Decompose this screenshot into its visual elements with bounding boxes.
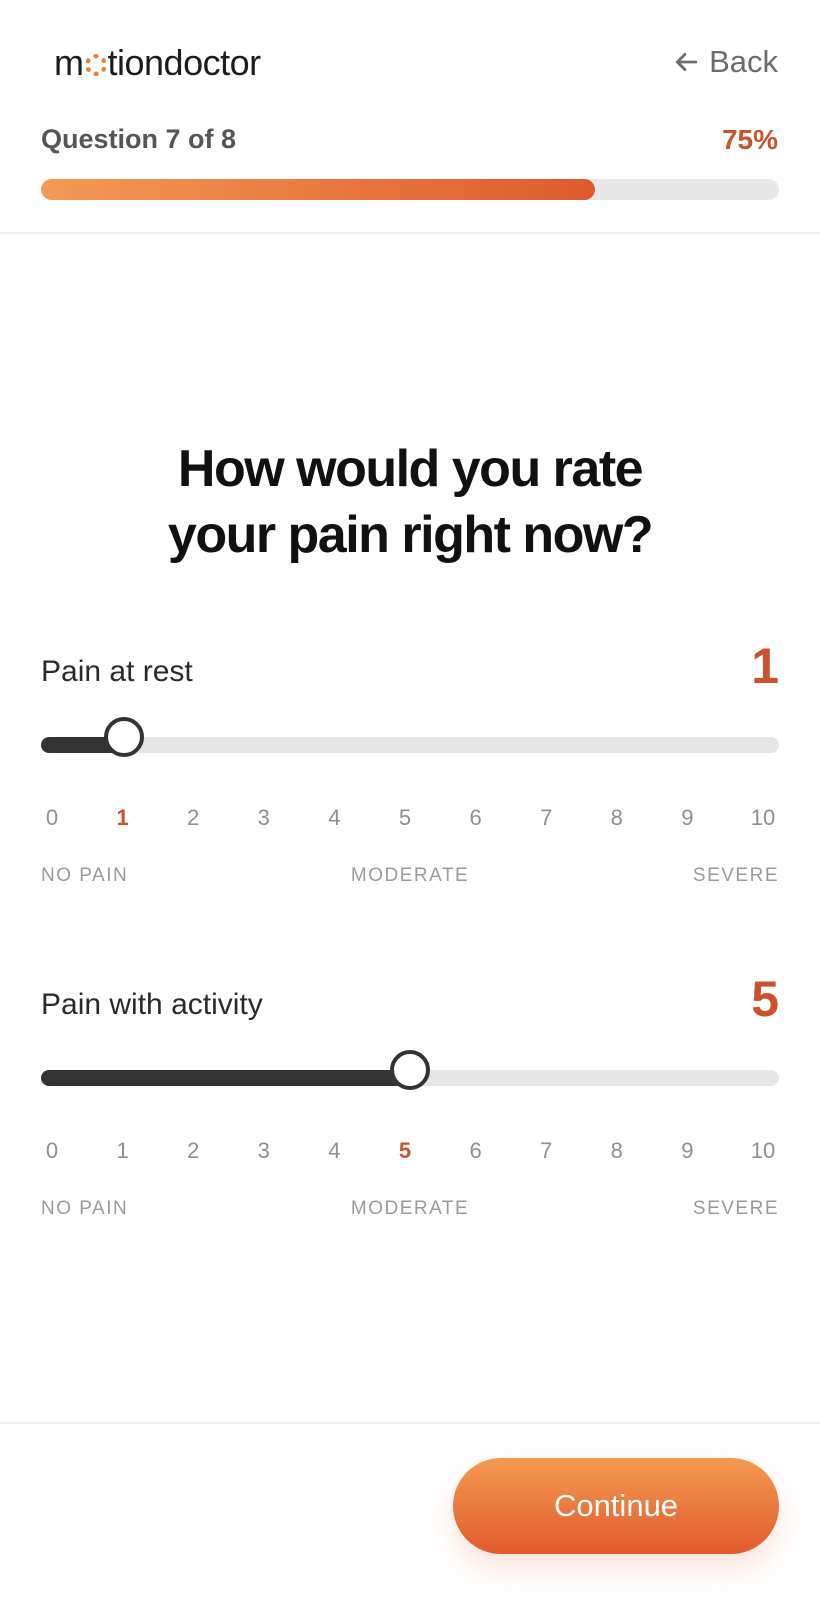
- progress-bar-fill: [41, 179, 595, 200]
- pain-at-rest-slider-track[interactable]: [41, 737, 779, 753]
- back-button[interactable]: Back: [673, 40, 778, 84]
- tick-label-2[interactable]: 2: [187, 805, 199, 831]
- question-title-line-2: your pain right now?: [167, 506, 654, 564]
- tick-label-7[interactable]: 7: [540, 1138, 552, 1164]
- anchor-moderate: MODERATE: [350, 865, 470, 886]
- tick-label-8[interactable]: 8: [611, 805, 623, 831]
- progress-bar: [41, 179, 779, 200]
- tick-labels: 0 1 2 3 4 5 6 7 8 9 10: [41, 1138, 779, 1168]
- footer-bar: Continue: [0, 1422, 820, 1621]
- tick-label-6[interactable]: 6: [469, 1138, 481, 1164]
- anchor-moderate: MODERATE: [350, 1198, 470, 1219]
- anchor-severe: SEVERE: [692, 1198, 779, 1219]
- app-header: m tiondoctor Back Question 7 of 8 75%: [0, 0, 820, 234]
- tick-label-6[interactable]: 6: [469, 805, 481, 831]
- logo-text-end: tiondoctor: [107, 42, 262, 83]
- scale-label: Pain with activity: [41, 988, 263, 1021]
- question-title-line-1: How would you rate: [177, 440, 644, 498]
- tick-label-9[interactable]: 9: [681, 1138, 693, 1164]
- tick-label-9[interactable]: 9: [681, 805, 693, 831]
- anchor-no-pain: NO PAIN: [41, 865, 129, 886]
- tick-label-0[interactable]: 0: [46, 1138, 58, 1164]
- pain-at-rest-slider-thumb[interactable]: [103, 717, 144, 757]
- back-label: Back: [709, 44, 778, 79]
- scale-value: 1: [751, 638, 779, 694]
- tick-label-3[interactable]: 3: [258, 1138, 270, 1164]
- anchor-severe: SEVERE: [692, 865, 779, 886]
- pain-with-activity-slider-thumb[interactable]: [390, 1050, 430, 1090]
- tick-label-8[interactable]: 8: [611, 1138, 623, 1164]
- tick-label-5[interactable]: 5: [399, 805, 411, 831]
- tick-labels: 0 1 2 3 4 5 6 7 8 9 10: [41, 805, 779, 835]
- continue-button[interactable]: Continue: [453, 1458, 779, 1554]
- tick-label-7[interactable]: 7: [540, 805, 552, 831]
- scale-label: Pain at rest: [41, 655, 193, 688]
- tick-label-2[interactable]: 2: [187, 1138, 199, 1164]
- question-title: How would you rate your pain right now?: [0, 436, 820, 568]
- tick-label-10[interactable]: 10: [751, 1138, 775, 1164]
- scale-anchors: NO PAIN MODERATE SEVERE: [41, 1198, 779, 1222]
- logo-ring-icon: [84, 54, 107, 76]
- tick-label-1[interactable]: 1: [116, 805, 128, 831]
- anchor-no-pain: NO PAIN: [41, 1198, 129, 1219]
- motiondoctor-logo: m tiondoctor: [54, 38, 261, 88]
- tick-label-4[interactable]: 4: [328, 805, 340, 831]
- logo-text-start: m: [54, 42, 84, 83]
- scale-anchors: NO PAIN MODERATE SEVERE: [41, 865, 779, 889]
- tick-label-0[interactable]: 0: [46, 805, 58, 831]
- progress-percent: 75%: [721, 124, 778, 155]
- tick-label-10[interactable]: 10: [751, 805, 775, 831]
- tick-label-3[interactable]: 3: [258, 805, 270, 831]
- slider-fill: [41, 1070, 410, 1086]
- question-counter: Question 7 of 8: [41, 124, 237, 154]
- tick-label-5[interactable]: 5: [399, 1138, 411, 1164]
- tick-label-4[interactable]: 4: [328, 1138, 340, 1164]
- scale-value: 5: [751, 971, 779, 1027]
- tick-label-1[interactable]: 1: [116, 1138, 128, 1164]
- arrow-left-icon: [676, 53, 698, 71]
